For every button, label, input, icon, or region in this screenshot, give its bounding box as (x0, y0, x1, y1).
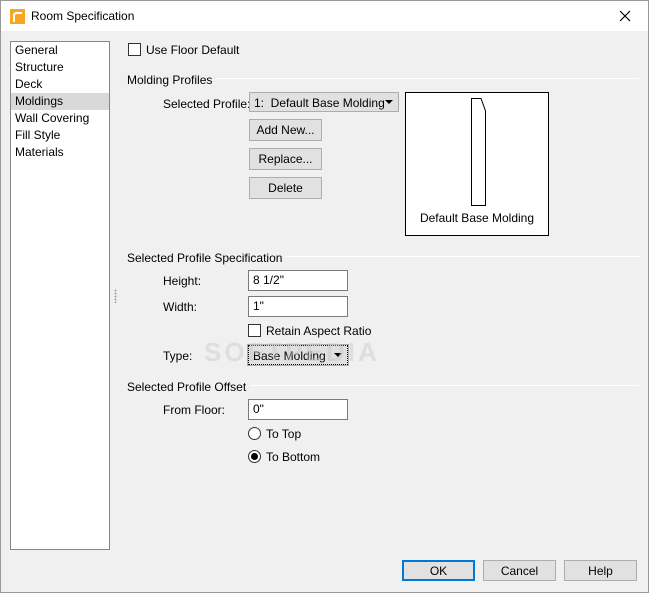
height-label: Height: (163, 274, 202, 288)
nav-item-materials[interactable]: Materials (11, 144, 109, 161)
from-floor-label: From Floor: (163, 403, 226, 417)
cancel-button[interactable]: Cancel (483, 560, 556, 581)
close-icon (619, 10, 631, 22)
molding-profile-shape (471, 98, 486, 206)
selected-profile-value: 1: Default Base Molding (254, 96, 385, 110)
to-top-label: To Top (266, 427, 302, 441)
delete-button[interactable]: Delete (249, 177, 322, 199)
chevron-down-icon (385, 100, 393, 104)
room-specification-dialog: Room Specification General Structure Dec… (0, 0, 649, 593)
use-floor-default-checkbox[interactable] (128, 43, 141, 56)
height-field[interactable]: 8 1/2" (248, 270, 348, 291)
selected-profile-label: Selected Profile: (163, 97, 251, 111)
nav-item-wall-covering[interactable]: Wall Covering (11, 110, 109, 127)
width-field[interactable]: 1" (248, 296, 348, 317)
watermark: SOFTPEDIA (204, 337, 380, 367)
molding-profiles-heading: Molding Profiles (127, 73, 217, 87)
to-top-radio[interactable] (248, 427, 261, 440)
ok-button[interactable]: OK (402, 560, 475, 581)
nav-item-general[interactable]: General (11, 42, 109, 59)
app-icon (10, 9, 25, 24)
replace-button[interactable]: Replace... (249, 148, 322, 170)
retain-aspect-checkbox[interactable] (248, 324, 261, 337)
nav-item-moldings[interactable]: Moldings (11, 93, 109, 110)
profile-offset-heading: Selected Profile Offset (127, 380, 251, 394)
to-bottom-radio[interactable] (248, 450, 261, 463)
width-label: Width: (163, 300, 198, 314)
preview-caption: Default Base Molding (419, 211, 535, 225)
to-bottom-label: To Bottom (266, 450, 321, 464)
profile-spec-heading: Selected Profile Specification (127, 251, 287, 265)
close-button[interactable] (602, 1, 648, 31)
profile-preview: Default Base Molding (405, 92, 549, 236)
category-list: General Structure Deck Moldings Wall Cov… (10, 41, 110, 550)
use-floor-default-label: Use Floor Default (146, 43, 240, 57)
add-new-button[interactable]: Add New... (249, 119, 322, 141)
retain-aspect-label: Retain Aspect Ratio (266, 324, 372, 338)
nav-item-deck[interactable]: Deck (11, 76, 109, 93)
from-floor-field[interactable]: 0" (248, 399, 348, 420)
type-label: Type: (163, 349, 193, 363)
selected-profile-dropdown[interactable]: 1: Default Base Molding (249, 92, 399, 112)
title-bar: Room Specification (1, 1, 648, 31)
window-title: Room Specification (31, 9, 135, 23)
help-button[interactable]: Help (564, 560, 637, 581)
splitter-handle[interactable] (114, 289, 117, 303)
nav-item-structure[interactable]: Structure (11, 59, 109, 76)
nav-item-fill-style[interactable]: Fill Style (11, 127, 109, 144)
